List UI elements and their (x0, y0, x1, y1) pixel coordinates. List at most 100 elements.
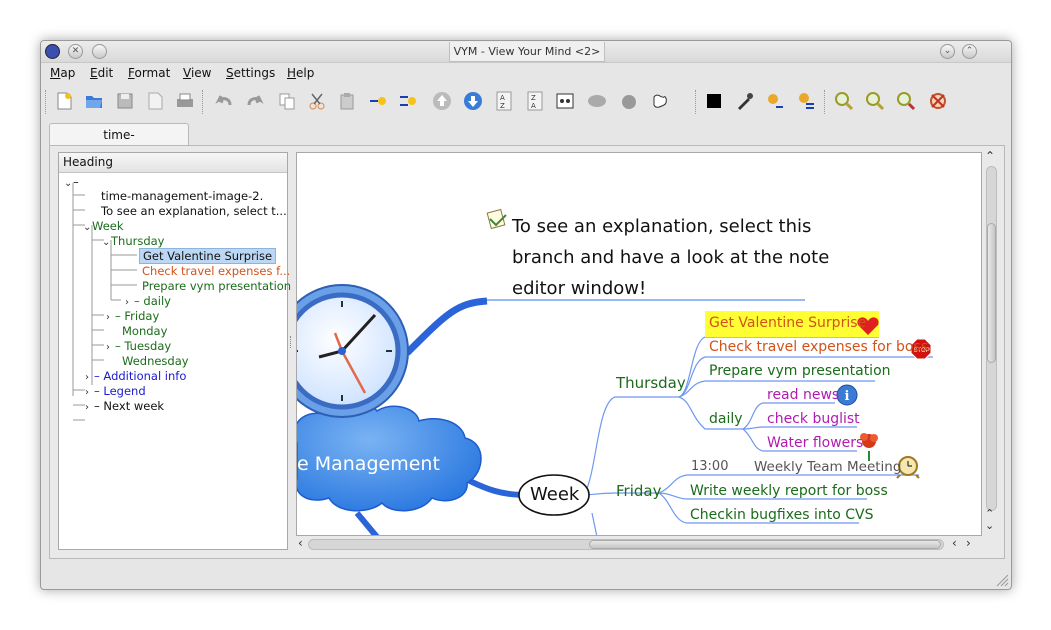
tree-row[interactable]: Get Valentine Surprise (139, 248, 277, 264)
menu-settings[interactable]: Settings (226, 66, 275, 80)
vertical-scroll-thumb[interactable] (987, 223, 996, 363)
close-window-button[interactable]: ✕ (68, 44, 83, 59)
prepare-presentation-node[interactable]: Prepare vym presentation (709, 363, 891, 379)
tree-row[interactable]: To see an explanation, select t... (101, 204, 287, 218)
print-icon[interactable] (174, 90, 196, 112)
team-meeting-node[interactable]: Weekly Team Meeting (754, 459, 901, 475)
weekly-report-node[interactable]: Write weekly report for boss (690, 483, 888, 499)
scroll-left-arrow[interactable]: ‹ (298, 536, 303, 550)
toolbar-grip[interactable] (45, 90, 49, 114)
hide-icon[interactable] (586, 90, 608, 112)
app-icon[interactable] (45, 44, 60, 59)
vym-window: ✕ VYM - View Your Mind <2> ⌄ ⌃ Map Edit … (40, 40, 1012, 590)
vertical-scroll-track[interactable] (986, 166, 997, 511)
daily-node[interactable]: daily (709, 411, 743, 427)
window-menu-button[interactable] (92, 44, 107, 59)
save-as-icon[interactable] (144, 90, 166, 112)
save-icon[interactable] (114, 90, 136, 112)
read-news-node[interactable]: read news (767, 387, 839, 403)
window-title: VYM - View Your Mind <2> (449, 42, 605, 62)
sort-az-icon[interactable]: AZ (493, 90, 515, 112)
link-icon[interactable] (554, 90, 576, 112)
note-icon (486, 208, 507, 230)
move-up-icon[interactable] (431, 90, 453, 112)
horizontal-scrollbar[interactable]: ‹ ‹ › (296, 536, 982, 552)
svg-text:A: A (500, 94, 505, 102)
clock-image[interactable] (297, 284, 409, 418)
tree-row[interactable]: › – Additional info (85, 369, 186, 385)
menu-bar: Map Edit Format View Settings Help (41, 64, 1011, 84)
svg-text:Z: Z (500, 102, 505, 110)
open-icon[interactable] (83, 90, 105, 112)
valentine-node[interactable]: Get Valentine Surprise (709, 315, 866, 331)
tree-row[interactable]: › – Friday (106, 309, 159, 325)
color-black-icon[interactable] (703, 90, 725, 112)
tree-row[interactable]: › – Legend (85, 384, 146, 400)
scroll-up-arrow[interactable]: ⌃ (985, 149, 995, 163)
copy-icon[interactable] (276, 90, 298, 112)
color-picker-icon[interactable] (734, 90, 756, 112)
tree-row[interactable]: Check travel expenses f... (142, 264, 290, 278)
resize-grip-icon[interactable] (995, 573, 1009, 587)
tree-row[interactable]: › – Tuesday (106, 339, 171, 355)
redo-icon[interactable] (244, 90, 266, 112)
menu-map[interactable]: Map (50, 66, 75, 80)
thursday-node[interactable]: Thursday (616, 374, 686, 392)
zoom-in-icon[interactable] (833, 90, 855, 112)
cut-icon[interactable] (306, 90, 328, 112)
note-branch-text[interactable]: To see an explanation, select this branc… (512, 211, 829, 304)
status-bar (41, 563, 1011, 589)
menu-format[interactable]: Format (128, 66, 170, 80)
sort-za-icon[interactable]: ZA (524, 90, 546, 112)
tree-root-toggle[interactable]: ⌄– (64, 175, 79, 191)
friday-node[interactable]: Friday (616, 482, 661, 500)
central-node[interactable]: e Management (297, 453, 440, 475)
tree-row[interactable]: time-management-image-2. (101, 189, 263, 203)
horizontal-scroll-track[interactable] (308, 539, 944, 550)
undo-icon[interactable] (213, 90, 235, 112)
menu-help[interactable]: Help (287, 66, 314, 80)
minimize-button[interactable]: ⌄ (940, 44, 955, 59)
tree-row[interactable]: Wednesday (122, 354, 189, 368)
paste-icon[interactable] (336, 90, 358, 112)
vertical-scrollbar[interactable]: ⌃ ⌃ ⌄ (982, 149, 1000, 536)
travel-expenses-node[interactable]: Check travel expenses for boss (709, 339, 928, 355)
zoom-reset-icon[interactable] (895, 90, 917, 112)
add-branch-above-icon[interactable] (397, 90, 419, 112)
main-content: Heading ⌄– time-management-image-2. To s… (49, 145, 1005, 559)
svg-text:Z: Z (531, 94, 536, 102)
tree-header[interactable]: Heading (59, 153, 287, 173)
panel-splitter[interactable] (290, 336, 294, 348)
new-map-icon[interactable] (53, 90, 75, 112)
meeting-time-label: 13:00 (691, 459, 729, 474)
maximize-button[interactable]: ⌃ (962, 44, 977, 59)
tree-row[interactable]: ⌄Week (83, 219, 124, 235)
tree-row[interactable]: Monday (122, 324, 167, 338)
zoom-out-icon[interactable] (864, 90, 886, 112)
scroll-down-arrow[interactable]: ⌄ (985, 519, 994, 532)
format-paste-icon[interactable] (795, 90, 817, 112)
collapse-icon[interactable] (649, 90, 671, 112)
tree-row[interactable]: Prepare vym presentation (142, 279, 291, 293)
water-flowers-node[interactable]: Water flowers (767, 435, 863, 451)
tree-row[interactable]: › – daily (125, 294, 171, 310)
center-icon[interactable] (927, 90, 949, 112)
menu-edit[interactable]: Edit (90, 66, 113, 80)
checkin-bugfixes-node[interactable]: Checkin bugfixes into CVS (690, 507, 873, 523)
move-down-icon[interactable] (462, 90, 484, 112)
week-node[interactable]: Week (530, 484, 579, 505)
format-copy-icon[interactable] (764, 90, 786, 112)
wait-icon[interactable] (618, 90, 640, 112)
menu-view[interactable]: View (183, 66, 211, 80)
tree-row[interactable]: › – Next week (85, 399, 164, 415)
scroll-left-arrow-right[interactable]: ‹ (952, 536, 957, 550)
map-canvas[interactable]: STOP i To see an explanation, select thi… (296, 152, 982, 536)
horizontal-scroll-thumb[interactable] (589, 540, 941, 549)
tree-view[interactable]: Heading ⌄– time-management-image-2. To s… (58, 152, 291, 550)
scroll-right-arrow[interactable]: › (966, 536, 971, 550)
tab-time-management[interactable]: time-management.vym (49, 123, 189, 164)
add-branch-icon[interactable] (367, 90, 389, 112)
tab-bar: time-management.vym (41, 121, 1011, 164)
check-buglist-node[interactable]: check buglist (767, 411, 860, 427)
title-bar: ✕ VYM - View Your Mind <2> ⌄ ⌃ (41, 41, 1011, 63)
